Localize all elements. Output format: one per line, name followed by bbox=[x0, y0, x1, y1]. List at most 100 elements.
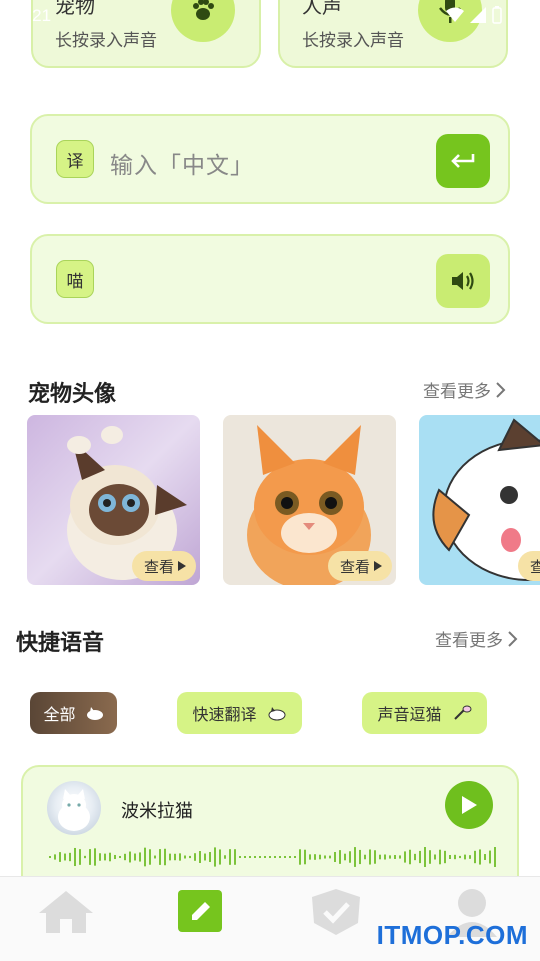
translate-input[interactable]: 输入「中文」 bbox=[110, 146, 254, 180]
view-label: 查看 bbox=[339, 557, 370, 576]
wave-bar bbox=[399, 855, 401, 859]
quick-voice-section-title: 快捷语音 bbox=[16, 631, 105, 656]
pet-record-card[interactable]: 宠物 长按录入声音 bbox=[31, 0, 261, 68]
wave-bar bbox=[149, 849, 151, 865]
wave-bar bbox=[269, 856, 271, 858]
wave-bar bbox=[404, 851, 406, 863]
wave-bar bbox=[384, 854, 386, 860]
wave-bar bbox=[114, 854, 116, 860]
chip-all[interactable]: 全部 bbox=[30, 692, 117, 734]
wave-bar bbox=[259, 856, 261, 858]
avatar-card-siamese[interactable]: 查看 bbox=[27, 415, 200, 585]
wave-bar bbox=[324, 855, 326, 859]
avatars-more-label: 查看更多 bbox=[423, 382, 491, 402]
wave-bar bbox=[459, 855, 461, 859]
wave-bar bbox=[439, 849, 441, 865]
wave-bar bbox=[299, 849, 301, 865]
avatars-more-link[interactable]: 查看更多 bbox=[423, 377, 507, 402]
home-icon bbox=[39, 891, 93, 933]
pet-record-button[interactable] bbox=[171, 0, 235, 42]
wave-bar bbox=[254, 856, 256, 858]
view-button[interactable]: 查看 bbox=[131, 551, 196, 581]
translate-input-card: 译 输入「中文」 bbox=[30, 114, 510, 204]
speaker-button[interactable] bbox=[436, 254, 490, 308]
wave-bar bbox=[184, 855, 186, 859]
wave-bar bbox=[239, 856, 241, 858]
wave-bar bbox=[84, 855, 86, 859]
avatar-card-calico[interactable]: 查看 bbox=[419, 415, 540, 585]
chip-quick-translate[interactable]: 快速翻译 bbox=[177, 692, 302, 734]
enter-icon bbox=[451, 154, 475, 168]
quick-voice-more-link[interactable]: 查看更多 bbox=[435, 626, 519, 651]
meow-tag: 喵 bbox=[56, 260, 94, 298]
wave-bar bbox=[389, 855, 391, 859]
wave-bar bbox=[99, 853, 101, 861]
wave-bar bbox=[64, 853, 66, 861]
cat-sticker-icon bbox=[268, 707, 285, 721]
audio-item-name: 波米拉猫 bbox=[121, 801, 193, 822]
cat-toy-icon bbox=[453, 705, 471, 720]
play-button[interactable] bbox=[445, 781, 493, 829]
triangle-right-icon bbox=[178, 561, 186, 571]
wave-bar bbox=[124, 853, 126, 861]
view-button[interactable]: 查看 bbox=[327, 551, 392, 581]
wave-bar bbox=[434, 854, 436, 860]
wave-bar bbox=[374, 850, 376, 864]
wave-bar bbox=[169, 853, 171, 861]
wave-bar bbox=[474, 850, 476, 864]
wave-bar bbox=[364, 854, 366, 860]
wave-bar bbox=[464, 854, 466, 860]
chip-sound-tease-label: 声音逗猫 bbox=[377, 705, 442, 724]
wave-bar bbox=[319, 854, 321, 860]
wave-bar bbox=[339, 850, 341, 864]
wave-bar bbox=[54, 854, 56, 860]
paw-icon bbox=[193, 0, 214, 20]
wifi-icon bbox=[446, 7, 464, 22]
audio-avatar bbox=[47, 781, 101, 835]
chip-sound-tease[interactable]: 声音逗猫 bbox=[362, 692, 487, 734]
view-label: 查看 bbox=[529, 557, 540, 576]
nav-translate[interactable] bbox=[170, 887, 230, 937]
pet-record-title: 宠物 bbox=[55, 0, 95, 18]
wave-bar bbox=[354, 847, 356, 867]
wave-bar bbox=[344, 853, 346, 861]
nav-home[interactable] bbox=[36, 887, 96, 937]
battery-icon bbox=[492, 6, 502, 24]
wave-bar bbox=[469, 855, 471, 859]
wave-bar bbox=[264, 856, 266, 858]
avatars-section-title: 宠物头像 bbox=[28, 382, 117, 407]
wave-bar bbox=[419, 850, 421, 864]
wave-bar bbox=[144, 847, 146, 867]
translate-submit-button[interactable] bbox=[436, 134, 490, 188]
wave-bar bbox=[484, 854, 486, 860]
play-icon bbox=[462, 796, 477, 814]
wave-bar bbox=[244, 856, 246, 858]
nav-check[interactable] bbox=[306, 887, 366, 937]
pet-record-subtitle: 长按录入声音 bbox=[55, 31, 157, 51]
wave-bar bbox=[494, 847, 496, 867]
wave-bar bbox=[409, 849, 411, 865]
pencil-icon bbox=[178, 890, 222, 932]
wave-bar bbox=[444, 850, 446, 864]
wave-bar bbox=[49, 856, 51, 858]
status-icons bbox=[446, 6, 502, 24]
wave-bar bbox=[294, 856, 296, 858]
wave-bar bbox=[119, 855, 121, 859]
wave-bar bbox=[379, 854, 381, 860]
wave-bar bbox=[129, 851, 131, 863]
avatar-card-orange-tabby[interactable]: 查看 bbox=[223, 415, 396, 585]
translate-tag: 译 bbox=[56, 140, 94, 178]
wave-bar bbox=[109, 852, 111, 862]
wave-bar bbox=[369, 849, 371, 865]
wave-bar bbox=[174, 853, 176, 861]
wave-bar bbox=[204, 853, 206, 861]
human-record-title: 人声 bbox=[302, 0, 342, 18]
wave-bar bbox=[284, 856, 286, 858]
wave-bar bbox=[139, 852, 141, 862]
wave-bar bbox=[74, 847, 76, 867]
chip-quick-translate-label: 快速翻译 bbox=[192, 705, 257, 724]
wave-bar bbox=[89, 849, 91, 865]
wave-bar bbox=[359, 849, 361, 865]
watermark: ITMOP.COM bbox=[376, 920, 528, 950]
wave-bar bbox=[394, 855, 396, 859]
